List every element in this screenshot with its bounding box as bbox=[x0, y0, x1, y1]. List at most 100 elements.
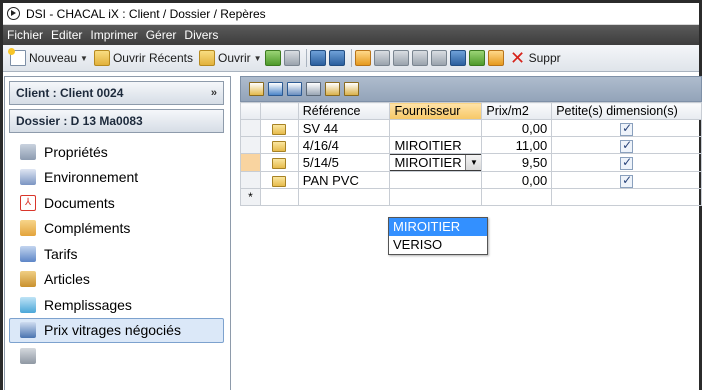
open-recent-button[interactable]: Ouvrir Récents bbox=[91, 47, 196, 69]
sidebar-item-label: Remplissages bbox=[44, 296, 132, 313]
row-icon-cell bbox=[259, 119, 299, 137]
client-header[interactable]: Client : Client 0024 » bbox=[9, 81, 224, 105]
new-row-marker[interactable]: * bbox=[240, 188, 261, 206]
menu-editer[interactable]: Editer bbox=[51, 28, 82, 42]
add-row-icon[interactable] bbox=[249, 82, 264, 96]
cell-petite-dimension[interactable] bbox=[551, 153, 702, 172]
menu-imprimer[interactable]: Imprimer bbox=[90, 28, 137, 42]
cut-icon[interactable] bbox=[354, 50, 371, 66]
paste-icon[interactable] bbox=[392, 50, 409, 66]
copy-icon[interactable] bbox=[373, 50, 390, 66]
menu-divers[interactable]: Divers bbox=[184, 28, 218, 42]
export-icon[interactable] bbox=[468, 50, 485, 66]
open-button[interactable]: Ouvrir ▼ bbox=[196, 47, 265, 69]
row-header-active[interactable] bbox=[240, 153, 261, 172]
sidebar-item-documents[interactable]: ⅄ Documents bbox=[9, 190, 224, 216]
sidebar-item-complements[interactable]: Compléments bbox=[9, 216, 224, 242]
columns-icon[interactable] bbox=[287, 82, 302, 96]
dropdown-arrow-icon[interactable]: ▼ bbox=[465, 155, 481, 170]
sidebar-item-label: Propriétés bbox=[44, 143, 108, 160]
checkbox-checked[interactable] bbox=[620, 173, 634, 188]
cell-fournisseur[interactable] bbox=[389, 171, 483, 189]
table-row[interactable]: PAN PVC 0,00 bbox=[240, 171, 702, 189]
move-up-icon[interactable] bbox=[325, 82, 340, 96]
table-row[interactable]: 4/16/4 MIROITIER 11,00 bbox=[240, 136, 702, 154]
checkbox-checked[interactable] bbox=[620, 121, 634, 136]
menu-bar: Fichier Editer Imprimer Gérer Divers bbox=[3, 25, 699, 45]
cell-reference[interactable]: 4/16/4 bbox=[297, 136, 391, 154]
cell-fournisseur-editor[interactable]: MIROITIER ▼ bbox=[389, 153, 483, 172]
main-toolbar: Nouveau ▼ Ouvrir Récents Ouvrir ▼ ✕ Supp… bbox=[3, 45, 699, 72]
column-header-petite-dimension[interactable]: Petite(s) dimension(s) bbox=[551, 102, 702, 120]
cell-reference[interactable]: PAN PVC bbox=[297, 171, 391, 189]
cell-fournisseur[interactable] bbox=[389, 119, 483, 137]
collapse-chevron-icon[interactable]: » bbox=[211, 87, 217, 99]
save-icon[interactable] bbox=[309, 50, 326, 66]
sidebar-item-proprietes[interactable]: Propriétés bbox=[9, 139, 224, 165]
sidebar-item-prix-vitrages[interactable]: Prix vitrages négociés bbox=[9, 317, 224, 343]
grid-view-icon[interactable] bbox=[306, 82, 321, 96]
complements-icon bbox=[20, 220, 36, 237]
dossier-header[interactable]: Dossier : D 13 Ma0083 bbox=[9, 109, 224, 133]
dropdown-option-miroitier[interactable]: MIROITIER bbox=[389, 218, 487, 236]
sidebar-item-articles[interactable]: Articles bbox=[9, 267, 224, 293]
open-recent-label: Ouvrir Récents bbox=[112, 51, 193, 65]
fournisseur-combobox[interactable]: MIROITIER ▼ bbox=[390, 154, 481, 171]
cell-reference[interactable]: SV 44 bbox=[297, 119, 391, 137]
refresh-icon[interactable] bbox=[283, 50, 300, 66]
dossier-header-label: Dossier : D 13 Ma0083 bbox=[16, 114, 143, 128]
row-header[interactable] bbox=[240, 171, 261, 189]
menu-gerer[interactable]: Gérer bbox=[146, 28, 177, 42]
new-row-cell[interactable] bbox=[297, 188, 391, 206]
cell-prix[interactable]: 0,00 bbox=[481, 171, 553, 189]
open-label: Ouvrir bbox=[218, 51, 251, 65]
sidebar-item-label: Environnement bbox=[44, 169, 139, 186]
delete-button[interactable]: ✕ Suppr bbox=[507, 47, 564, 69]
combobox-value[interactable]: MIROITIER bbox=[391, 155, 465, 170]
sidebar-item-environnement[interactable]: Environnement bbox=[9, 165, 224, 191]
properties-icon[interactable] bbox=[411, 50, 428, 66]
new-row-cell[interactable] bbox=[551, 188, 702, 206]
cell-petite-dimension[interactable] bbox=[551, 136, 702, 154]
prix-vitrages-icon bbox=[20, 322, 36, 339]
insert-row-icon[interactable] bbox=[268, 82, 283, 96]
checkbox-checked[interactable] bbox=[620, 155, 634, 171]
environment-icon bbox=[20, 169, 36, 186]
articles-icon bbox=[20, 271, 36, 288]
menu-fichier[interactable]: Fichier bbox=[7, 28, 43, 42]
new-row[interactable]: * bbox=[240, 188, 702, 206]
move-down-icon[interactable] bbox=[344, 82, 359, 96]
row-header[interactable] bbox=[240, 119, 261, 137]
cell-reference[interactable]: 5/14/5 bbox=[297, 153, 391, 172]
cell-petite-dimension[interactable] bbox=[551, 171, 702, 189]
duplicate-icon[interactable] bbox=[449, 50, 466, 66]
column-header-reference[interactable]: Référence bbox=[297, 102, 391, 120]
new-row-cell[interactable] bbox=[389, 188, 483, 206]
sidebar-item-remplissages[interactable]: Remplissages bbox=[9, 292, 224, 318]
column-header-prix[interactable]: Prix/m2 bbox=[481, 102, 553, 120]
client-header-label: Client : Client 0024 bbox=[16, 86, 124, 100]
table-row[interactable]: SV 44 0,00 bbox=[240, 119, 702, 137]
folder-icon bbox=[272, 175, 287, 187]
new-row-cell[interactable] bbox=[259, 188, 299, 206]
open-recent-icon bbox=[93, 50, 110, 66]
row-header[interactable] bbox=[240, 136, 261, 154]
tree-icon[interactable] bbox=[264, 50, 281, 66]
filter-icon[interactable] bbox=[430, 50, 447, 66]
sidebar-item-partial[interactable] bbox=[9, 343, 224, 369]
cell-fournisseur[interactable]: MIROITIER bbox=[389, 136, 483, 154]
cell-prix[interactable]: 0,00 bbox=[481, 119, 553, 137]
sidebar-item-tarifs[interactable]: Tarifs bbox=[9, 241, 224, 267]
checkbox-checked[interactable] bbox=[620, 138, 634, 153]
save-all-icon[interactable] bbox=[328, 50, 345, 66]
table-row-editing[interactable]: 5/14/5 MIROITIER ▼ 9,50 bbox=[240, 153, 702, 172]
dropdown-option-veriso[interactable]: VERISO bbox=[389, 236, 487, 254]
users-icon[interactable] bbox=[487, 50, 504, 66]
cell-prix[interactable]: 9,50 bbox=[481, 153, 553, 172]
new-button[interactable]: Nouveau ▼ bbox=[7, 47, 91, 69]
cell-petite-dimension[interactable] bbox=[551, 119, 702, 137]
cell-prix[interactable]: 11,00 bbox=[481, 136, 553, 154]
column-header-fournisseur[interactable]: Fournisseur bbox=[389, 102, 483, 120]
open-folder-icon bbox=[199, 50, 215, 66]
new-row-cell[interactable] bbox=[481, 188, 553, 206]
